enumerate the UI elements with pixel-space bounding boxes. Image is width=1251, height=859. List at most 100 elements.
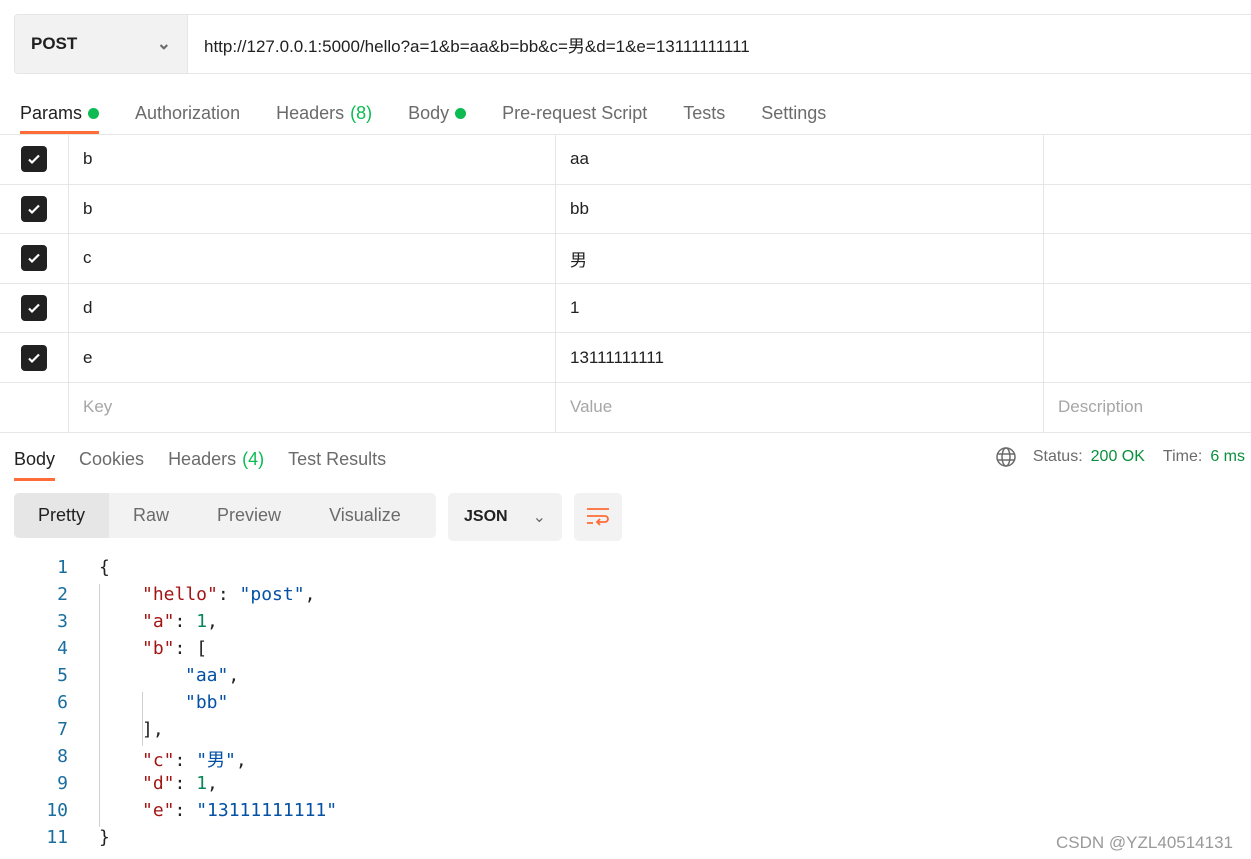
code-line: "a": 1,	[142, 611, 218, 632]
param-row: b aa	[0, 135, 1251, 185]
code-token: 1	[196, 773, 208, 794]
param-value[interactable]: 13111111111	[556, 333, 1044, 382]
param-row: c男	[0, 234, 1251, 284]
code-token: ,	[304, 584, 316, 605]
param-value[interactable]: aa	[556, 135, 1044, 184]
response_tab-body[interactable]: Body	[14, 438, 56, 481]
code-line: "bb"	[185, 692, 228, 713]
param-checkbox[interactable]	[21, 146, 47, 173]
param-description[interactable]	[1044, 185, 1251, 234]
code-token: :	[217, 584, 240, 605]
code-token: "bb"	[185, 692, 229, 713]
response_tab-label: Test Results	[288, 449, 387, 469]
code-token: "c"	[142, 750, 175, 771]
check-icon	[28, 353, 40, 363]
param-new-row: Key Value Description	[0, 382, 1251, 433]
url-input[interactable]: http://127.0.0.1:5000/hello?a=1&b=aa&b=b…	[188, 15, 1251, 73]
param-description[interactable]	[1044, 135, 1251, 184]
code-line: "aa",	[185, 665, 239, 686]
param-key[interactable]: c	[69, 234, 556, 283]
param-key[interactable]: e	[69, 333, 556, 382]
param-checkbox-cell	[0, 135, 69, 184]
wrap-lines-button[interactable]	[574, 493, 622, 541]
status-label: Status:	[1032, 448, 1083, 465]
request_tab-headers[interactable]: Headers (8)	[276, 92, 372, 134]
request_tab-label: Pre-request Script	[502, 102, 648, 123]
param-description[interactable]	[1044, 284, 1251, 333]
param-checkbox[interactable]	[21, 295, 47, 322]
response-status: Status: 200 OK Time: 6 ms	[995, 446, 1245, 468]
code-token: "13111111111"	[196, 800, 338, 821]
line-number: 8	[57, 746, 68, 767]
code-line: "b": [	[142, 638, 207, 659]
param-value[interactable]: 男	[556, 234, 1044, 283]
view-pretty[interactable]: Pretty	[14, 493, 110, 538]
param-checkbox-cell	[0, 333, 69, 382]
response_tab-label: Body	[14, 449, 56, 469]
code-token: ],	[142, 719, 164, 740]
watermark: CSDN @YZL40514131	[1056, 833, 1233, 852]
param-description[interactable]	[1044, 333, 1251, 382]
status-value: 200 OK	[1090, 448, 1145, 465]
code-token: "aa"	[185, 665, 229, 686]
response_tab-cookies[interactable]: Cookies	[79, 438, 144, 481]
response_tab-headers[interactable]: Headers (4)	[168, 438, 264, 481]
param-value[interactable]: bb	[556, 184, 1044, 234]
code-token: : [	[174, 638, 208, 659]
line-number: 3	[57, 611, 68, 632]
param-value[interactable]: 1	[556, 283, 1044, 333]
time-label: Time:	[1162, 448, 1203, 465]
view-preview[interactable]: Preview	[193, 493, 305, 538]
code-line: }	[99, 827, 110, 848]
check-icon	[28, 303, 40, 314]
request_tab-count: (8)	[350, 102, 373, 123]
method-select[interactable]: POST ⌄	[15, 15, 188, 73]
request_tab-body[interactable]: Body	[408, 92, 467, 134]
globe-icon[interactable]	[995, 446, 1017, 468]
param-checkbox[interactable]	[21, 245, 47, 272]
code-token: :	[174, 773, 197, 794]
param-key[interactable]: b	[69, 135, 556, 184]
code-line: ],	[142, 719, 164, 740]
code-token: ,	[207, 611, 218, 632]
code-token: 1	[196, 611, 208, 632]
response_tab-label: Cookies	[79, 449, 145, 469]
check-icon	[28, 155, 40, 165]
indent-guide	[99, 584, 100, 827]
param-key[interactable]: b	[69, 184, 556, 234]
code-token: "e"	[142, 800, 175, 821]
view-visualize[interactable]: Visualize	[305, 493, 425, 538]
line-number: 2	[57, 584, 68, 605]
check-icon	[28, 254, 40, 264]
request_tab-pre-request-script[interactable]: Pre-request Script	[502, 92, 647, 134]
request_tab-label: Body	[408, 102, 450, 123]
method-label: POST	[31, 34, 78, 53]
code-token: ,	[228, 665, 240, 686]
new-key-input[interactable]: Key	[69, 382, 556, 432]
response-tabs: Body Cookies Headers (4) Test Results	[14, 438, 386, 481]
new-value-input[interactable]: Value	[556, 382, 1044, 432]
line-number: 10	[46, 800, 68, 821]
request_tab-authorization[interactable]: Authorization	[135, 92, 240, 134]
time-value: 6 ms	[1210, 448, 1245, 465]
code-token: "男"	[196, 750, 236, 771]
request_tab-tests[interactable]: Tests	[683, 92, 725, 134]
request_tab-params[interactable]: Params	[20, 92, 100, 134]
response_tab-label: Headers	[168, 449, 237, 469]
format-select[interactable]: JSON ⌄	[448, 493, 562, 541]
view-raw[interactable]: Raw	[109, 493, 193, 538]
request_tab-label: Params	[20, 102, 83, 123]
response_tab-test-results[interactable]: Test Results	[288, 438, 386, 481]
param-key[interactable]: d	[69, 283, 556, 333]
new-description-input[interactable]: Description	[1044, 383, 1251, 432]
response_tab-count: (4)	[242, 449, 265, 469]
param-row: e 13111111111	[0, 333, 1251, 383]
request_tab-settings[interactable]: Settings	[761, 92, 826, 134]
param-description[interactable]	[1044, 234, 1251, 283]
param-checkbox[interactable]	[21, 344, 47, 371]
code-line: {	[99, 557, 110, 578]
format-label: JSON	[464, 508, 508, 525]
line-number: 6	[57, 692, 68, 713]
param-checkbox[interactable]	[21, 195, 47, 222]
code-token: "post"	[239, 584, 305, 605]
